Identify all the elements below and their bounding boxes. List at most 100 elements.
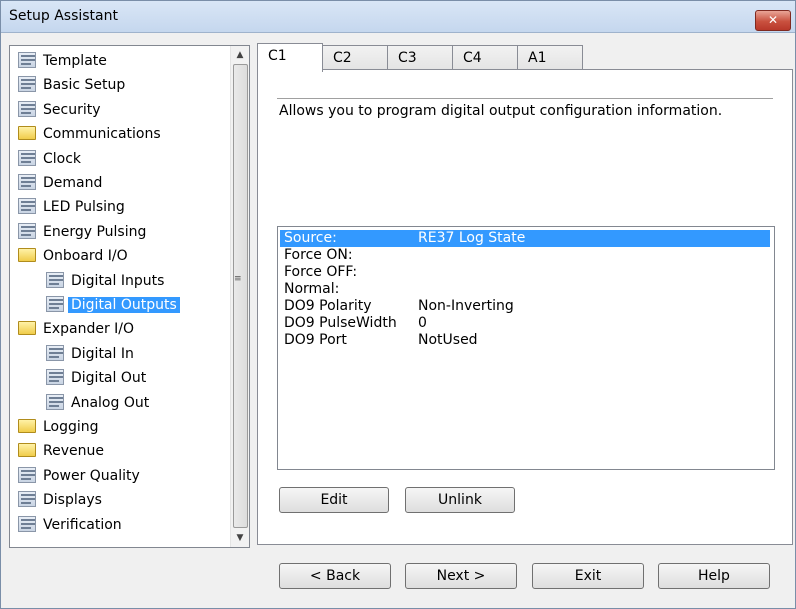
property-name: Source: <box>284 230 337 246</box>
property-value: Non-Inverting <box>418 298 514 314</box>
folder-icon <box>18 248 36 263</box>
tree-item[interactable]: Demand <box>18 172 105 194</box>
property-name: Normal: <box>284 281 340 297</box>
folder-icon <box>18 126 36 141</box>
tree-item[interactable]: Digital Out <box>46 367 149 389</box>
exit-button[interactable]: Exit <box>532 563 644 589</box>
tree-item[interactable]: LED Pulsing <box>18 196 128 218</box>
tree-item[interactable]: Onboard I/O <box>18 245 131 267</box>
tree-item[interactable]: Digital In <box>46 343 137 365</box>
tree-scrollbar[interactable]: ▲ ≡ ▼ <box>230 46 249 547</box>
tree-item[interactable]: Displays <box>18 489 105 511</box>
tree-item-label: Expander I/O <box>43 321 135 338</box>
property-name: DO9 Polarity <box>284 298 372 314</box>
document-icon <box>18 174 36 190</box>
property-value: NotUsed <box>418 332 478 348</box>
scroll-up-icon[interactable]: ▲ <box>231 46 249 64</box>
description-box: Allows you to program digital output con… <box>277 98 773 211</box>
tree-item-label: Basic Setup <box>43 77 126 94</box>
property-name: Force OFF: <box>284 264 358 280</box>
tree-item-label: Digital Out <box>71 370 147 387</box>
tree-item-label: Energy Pulsing <box>43 223 147 240</box>
tree-item-label: Verification <box>43 516 122 533</box>
document-icon <box>18 100 36 117</box>
title-bar: Setup Assistant ✕ <box>1 1 795 33</box>
scroll-grip-icon: ≡ <box>234 274 242 284</box>
tree-item[interactable]: Analog Out <box>46 392 152 414</box>
property-name: DO9 Port <box>284 332 347 348</box>
tree-item-label: Security <box>43 101 101 118</box>
property-row[interactable]: Normal: <box>280 281 770 298</box>
tree-item-label: Analog Out <box>71 394 150 411</box>
tree-item[interactable]: Template <box>18 50 110 72</box>
tree-item-label: Communications <box>43 126 161 143</box>
property-row[interactable]: Source: RE37 Log State <box>280 230 770 247</box>
tree-item-label: Onboard I/O <box>43 248 128 265</box>
document-icon <box>18 198 36 215</box>
tree-item[interactable]: Energy Pulsing <box>18 221 149 243</box>
document-icon <box>18 515 36 532</box>
tree-item-label: Logging <box>43 419 99 435</box>
setup-tree[interactable]: Verification Displays Power Quality Revenue… <box>9 45 250 548</box>
tree-item-label: Digital Outputs <box>68 297 180 313</box>
document-icon <box>46 344 64 361</box>
tree-item[interactable]: Logging <box>18 416 102 438</box>
tab-c3[interactable]: C3 <box>387 45 453 71</box>
close-button[interactable]: ✕ <box>755 10 791 31</box>
tree-item-label: Demand <box>43 175 103 191</box>
tree-item[interactable]: Digital Outputs <box>46 294 180 316</box>
property-row[interactable]: Force ON: <box>280 247 770 264</box>
tree-item[interactable]: Basic Setup <box>18 74 128 96</box>
tree-item-label: Digital In <box>71 345 134 362</box>
tree-item[interactable]: Clock <box>18 148 84 170</box>
property-row[interactable]: DO9 Port NotUsed <box>280 332 770 349</box>
window-title: Setup Assistant <box>9 8 118 24</box>
property-row[interactable]: DO9 PulseWidth 0 <box>280 315 770 332</box>
tab-a1[interactable]: A1 <box>517 45 583 71</box>
document-icon <box>18 222 36 239</box>
tab-c4[interactable]: C4 <box>452 45 518 71</box>
document-icon <box>46 271 64 288</box>
tree-item-label: Revenue <box>43 443 104 460</box>
tree-item-label: Template <box>43 53 107 69</box>
tab-c1[interactable]: C1 <box>257 43 323 72</box>
back-button[interactable]: < Back <box>279 563 391 589</box>
close-icon: ✕ <box>767 13 779 27</box>
description-text: Allows you to program digital output con… <box>279 103 723 119</box>
tree-item-label: Power Quality <box>43 467 140 484</box>
tree-item[interactable]: Communications <box>18 123 164 145</box>
tree-item[interactable]: Revenue <box>18 440 107 462</box>
document-icon <box>46 296 64 312</box>
edit-button[interactable]: Edit <box>279 487 389 513</box>
next-button[interactable]: Next > <box>405 563 517 589</box>
tree-item-label: Digital Inputs <box>71 272 165 289</box>
folder-icon <box>18 443 36 458</box>
document-icon <box>18 149 36 166</box>
document-icon <box>18 52 36 68</box>
property-name: DO9 PulseWidth <box>284 315 397 331</box>
folder-icon <box>18 419 36 433</box>
document-icon <box>46 393 64 410</box>
folder-icon <box>18 321 36 336</box>
tree-item-label: Clock <box>43 150 82 167</box>
scroll-down-icon[interactable]: ▼ <box>231 529 249 547</box>
tree-item-label: Displays <box>43 492 102 509</box>
document-icon <box>46 369 64 386</box>
property-value: 0 <box>418 315 427 331</box>
scroll-thumb[interactable] <box>233 64 248 528</box>
tab-c2[interactable]: C2 <box>322 45 388 71</box>
property-name: Force ON: <box>284 247 353 263</box>
tree-item[interactable]: Security <box>18 99 104 121</box>
tree-item[interactable]: Verification <box>18 514 125 536</box>
help-button[interactable]: Help <box>658 563 770 589</box>
tree-item[interactable]: Power Quality <box>18 465 143 487</box>
property-row[interactable]: Force OFF: <box>280 264 770 281</box>
unlink-button[interactable]: Unlink <box>405 487 515 513</box>
tree-item[interactable]: Expander I/O <box>18 318 137 340</box>
property-value: RE37 Log State <box>418 230 526 246</box>
tree-item[interactable]: Digital Inputs <box>46 270 167 292</box>
property-list[interactable]: Source: RE37 Log State Force ON: Force OFF:… <box>277 226 775 470</box>
document-icon <box>18 491 36 508</box>
document-icon <box>18 76 36 93</box>
property-row[interactable]: DO9 Polarity Non-Inverting <box>280 298 770 315</box>
